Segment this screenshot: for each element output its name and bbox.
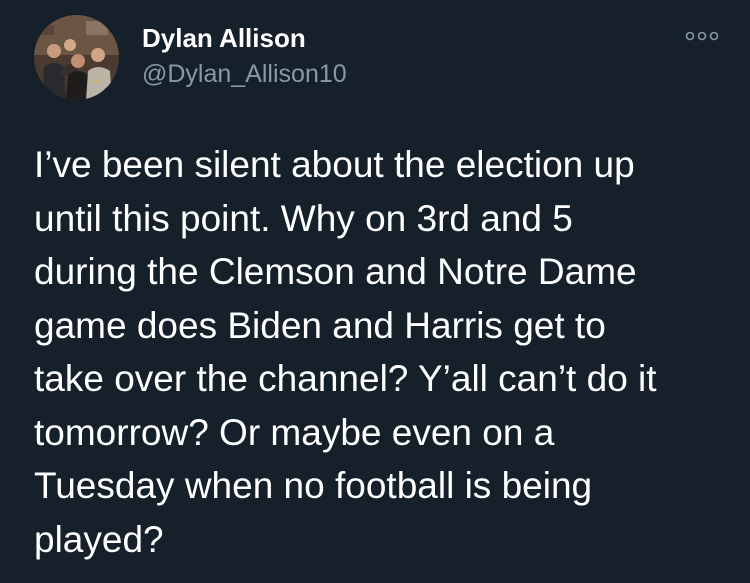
tweet-card: CU Dylan Allison @Dylan_Allison10 I’ve b… bbox=[0, 0, 750, 583]
more-options-icon[interactable] bbox=[680, 24, 724, 48]
author-handle[interactable]: @Dylan_Allison10 bbox=[142, 58, 347, 90]
tweet-text: I’ve been silent about the election up u… bbox=[34, 144, 657, 560]
author-name[interactable]: Dylan Allison bbox=[142, 22, 306, 54]
avatar[interactable]: CU bbox=[34, 15, 119, 100]
svg-text:CU: CU bbox=[92, 79, 99, 85]
